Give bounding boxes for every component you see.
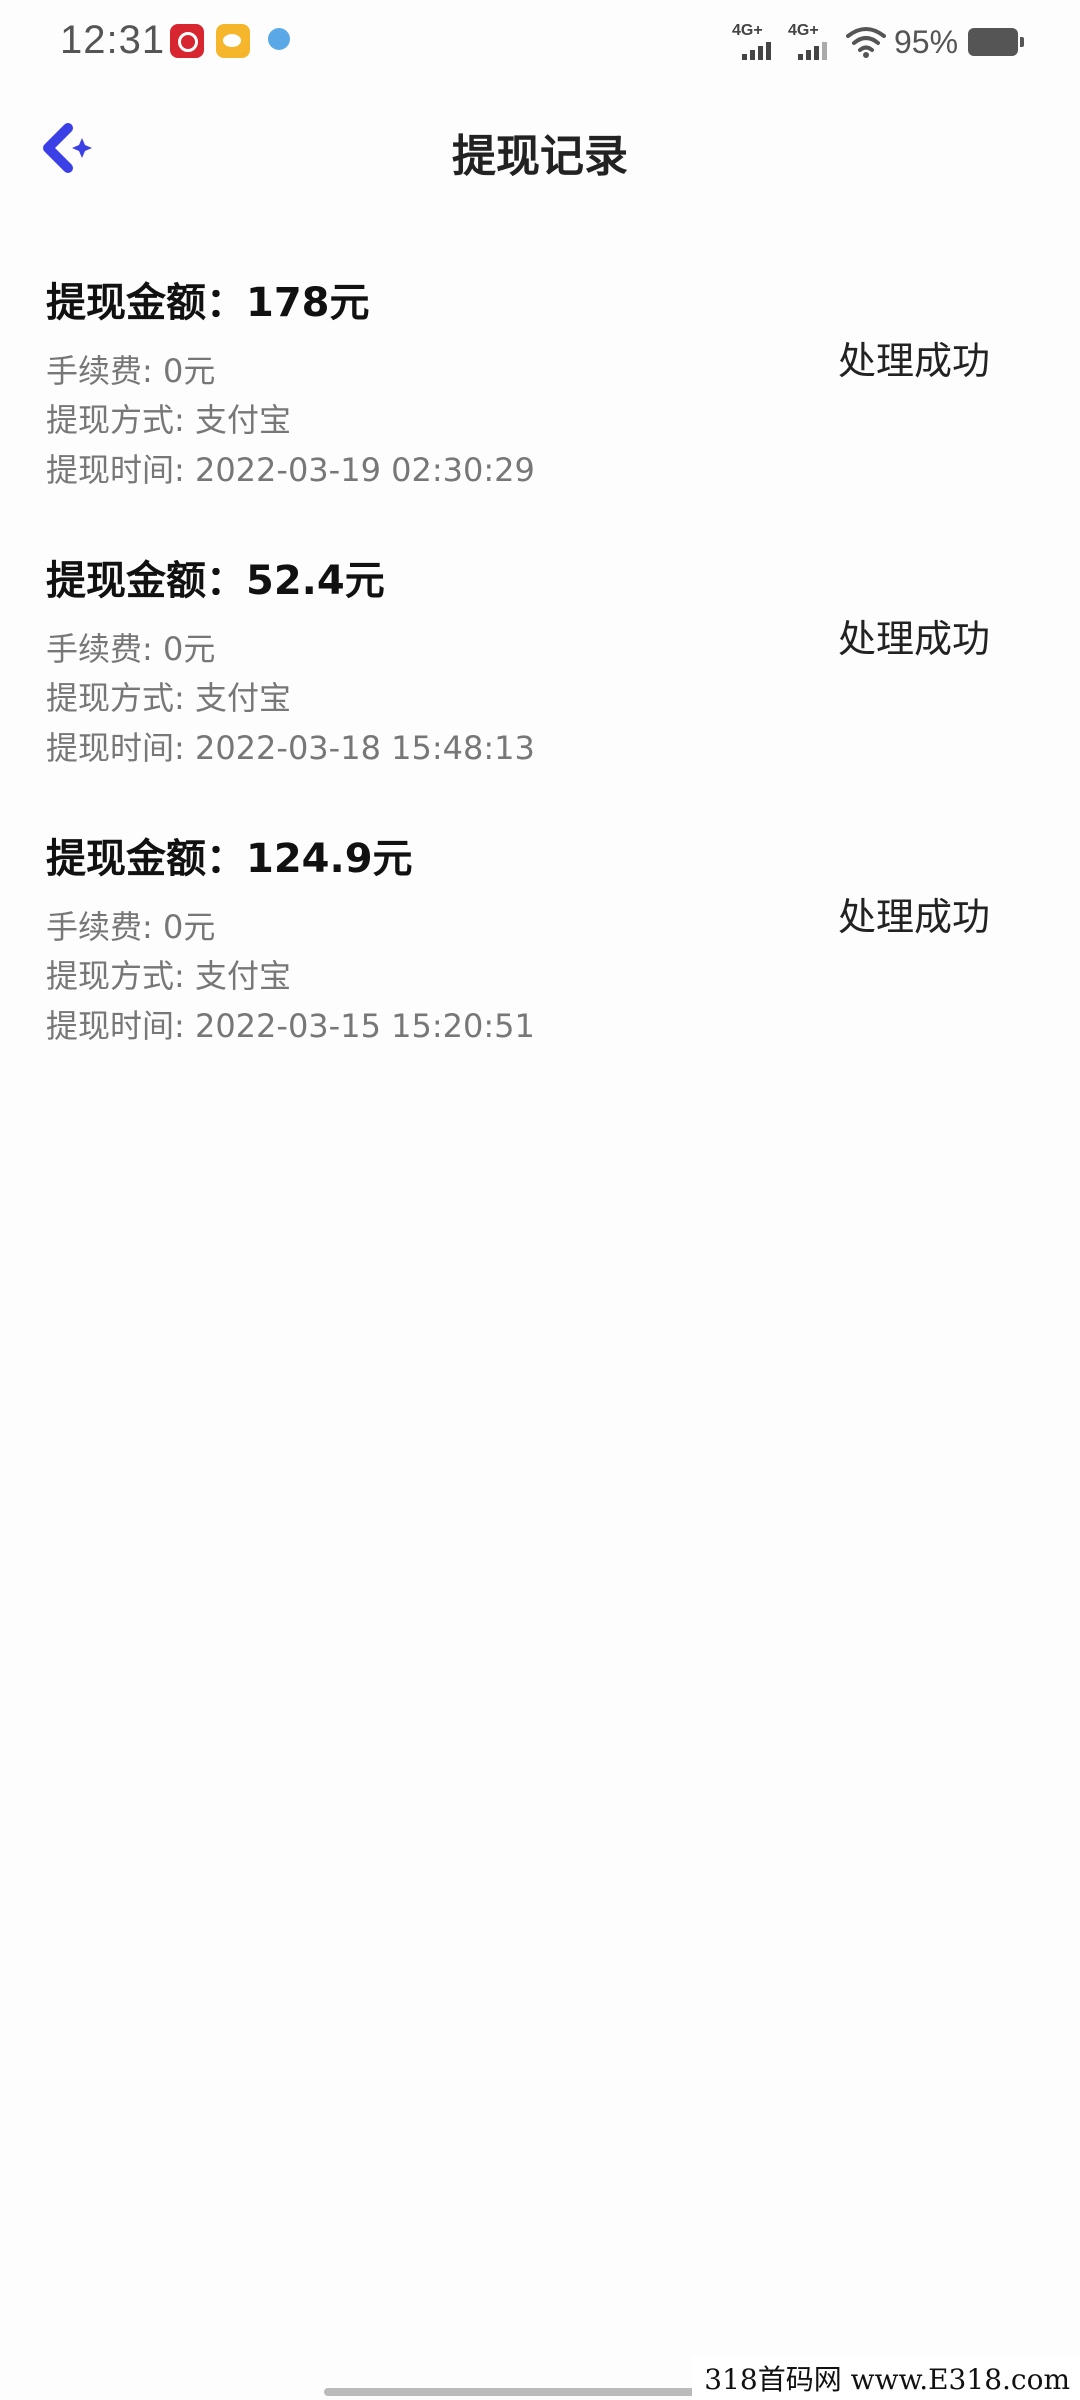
status-bar: 12:31 4G+ 4G+ 95% — [0, 0, 1080, 88]
gesture-bar[interactable] — [324, 2388, 756, 2396]
withdrawal-fee: 手续费: 0元 — [46, 908, 216, 946]
withdrawal-status: 处理成功 — [837, 339, 990, 383]
withdrawal-method: 提现方式: 支付宝 — [46, 401, 291, 439]
withdrawal-time: 提现时间: 2022-03-19 02:30:29 — [46, 451, 535, 489]
withdrawal-record[interactable]: 提现金额：52.4元 手续费: 0元 提现方式: 支付宝 提现时间: 2022-… — [0, 538, 1080, 816]
withdrawal-fee: 手续费: 0元 — [46, 352, 216, 390]
signal-label: 4G+ — [732, 22, 763, 39]
withdrawal-method: 提现方式: 支付宝 — [46, 679, 291, 717]
wifi-icon — [846, 27, 886, 58]
withdrawal-fee: 手续费: 0元 — [46, 630, 216, 668]
withdrawal-record[interactable]: 提现金额：178元 手续费: 0元 提现方式: 支付宝 提现时间: 2022-0… — [0, 260, 1080, 538]
status-time: 12:31 — [60, 18, 166, 62]
withdrawal-record[interactable]: 提现金额：124.9元 手续费: 0元 提现方式: 支付宝 提现时间: 2022… — [0, 816, 1080, 1094]
app-notification-icon — [262, 24, 296, 58]
weibo-icon — [216, 24, 250, 58]
header: 提现记录 — [0, 100, 1080, 200]
cellular-signal-icon: 4G+ — [730, 22, 780, 62]
withdrawal-amount: 提现金额：124.9元 — [46, 836, 413, 882]
watermark: 318首码网 www.E318.com — [692, 2356, 1080, 2400]
withdrawal-time: 提现时间: 2022-03-15 15:20:51 — [46, 1007, 535, 1045]
withdrawal-record-list: 提现金额：178元 手续费: 0元 提现方式: 支付宝 提现时间: 2022-0… — [0, 260, 1080, 1094]
withdrawal-status: 处理成功 — [837, 617, 990, 661]
withdrawal-amount: 提现金额：178元 — [46, 280, 370, 326]
withdrawal-amount: 提现金额：52.4元 — [46, 558, 385, 604]
battery-percent: 95% — [894, 24, 959, 60]
netease-music-icon — [170, 24, 204, 58]
withdrawal-time: 提现时间: 2022-03-18 15:48:13 — [46, 729, 535, 767]
cellular-signal-icon: 4G+ — [786, 22, 836, 62]
withdrawal-status: 处理成功 — [837, 895, 990, 939]
page-title: 提现记录 — [452, 131, 628, 182]
withdrawal-method: 提现方式: 支付宝 — [46, 957, 291, 995]
battery-icon — [968, 28, 1024, 56]
signal-label: 4G+ — [788, 22, 819, 39]
